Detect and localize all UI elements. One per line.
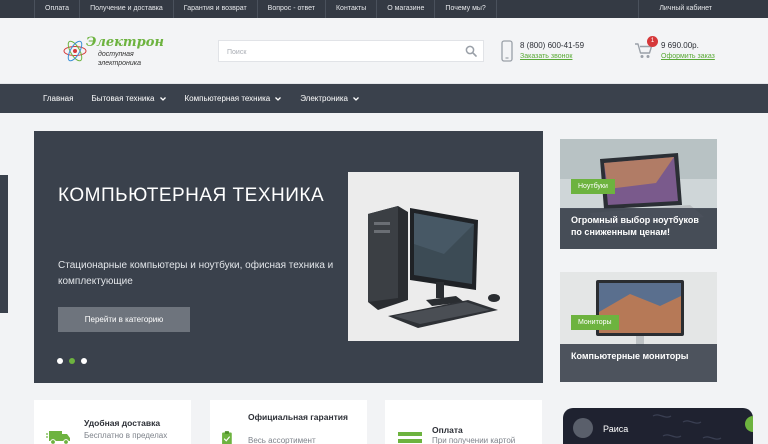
chevron-down-icon xyxy=(159,96,166,101)
feature-subtitle: При получении картой xyxy=(432,436,516,444)
slider-dot-1[interactable] xyxy=(57,358,63,364)
phone-number[interactable]: 8 (800) 600-41-59 xyxy=(520,41,584,50)
nav-item-label: Бытовая техника xyxy=(91,94,155,103)
callback-link[interactable]: Заказать звонок xyxy=(520,53,572,60)
main-navigation: Главная Бытовая техника Компьютерная тех… xyxy=(0,84,768,113)
payment-card-icon xyxy=(398,432,422,443)
chevron-down-icon xyxy=(275,96,282,101)
truck-icon xyxy=(46,431,70,444)
side-edge-tab[interactable] xyxy=(0,175,8,313)
topbar-link-payment[interactable]: Оплата xyxy=(34,0,81,18)
feature-subtitle: Весь ассортимент xyxy=(248,436,316,444)
feature-warranty: Официальная гарантия Весь ассортимент xyxy=(210,400,367,444)
site-logo[interactable]: Электрон доступная электроника xyxy=(62,30,182,74)
topbar-link-why-us[interactable]: Почему мы? xyxy=(435,0,497,18)
avatar xyxy=(573,418,593,438)
topbar-link-faq[interactable]: Вопрос - ответ xyxy=(258,0,326,18)
promo-card-laptops[interactable]: Ноутбуки Огромный выбор ноутбуков по сни… xyxy=(560,139,717,249)
slide-description: Стационарные компьютеры и ноутбуки, офис… xyxy=(58,260,334,287)
search-icon[interactable] xyxy=(465,45,477,57)
feature-delivery: Удобная доставка Бесплатно в пределах xyxy=(34,400,191,444)
topbar-link-delivery[interactable]: Получение и доставка xyxy=(80,0,174,18)
logo-tagline-2: электроника xyxy=(98,60,141,67)
phone-block: 8 (800) 600-41-59 Заказать звонок xyxy=(501,40,621,66)
hero-slider: КОМПЬЮТЕРНАЯ ТЕХНИКА Стационарные компью… xyxy=(34,131,543,383)
atom-logo-icon xyxy=(63,40,87,62)
nav-item-electronics[interactable]: Электроника xyxy=(291,84,369,113)
promo-card-monitors[interactable]: Мониторы Компьютерные мониторы xyxy=(560,272,717,382)
cart-block[interactable]: 1 9 690.00р. Оформить заказ xyxy=(634,36,744,68)
feature-title: Официальная гарантия xyxy=(248,412,348,422)
search-box xyxy=(218,40,484,63)
phone-icon xyxy=(501,40,513,62)
nav-item-label: Главная xyxy=(43,94,74,103)
logo-tagline-1: доступная xyxy=(98,51,134,58)
topbar-link-about[interactable]: О магазине xyxy=(377,0,436,18)
chevron-down-icon xyxy=(352,96,359,101)
slider-dot-2[interactable] xyxy=(69,358,75,364)
site-header: Электрон доступная электроника 8 (800) 6… xyxy=(0,18,768,84)
promo-title: Огромный выбор ноутбуков по сниженным це… xyxy=(560,208,717,249)
go-to-category-button[interactable]: Перейти в категорию xyxy=(58,307,190,332)
nav-item-home[interactable]: Главная xyxy=(34,84,82,113)
feature-title: Оплата xyxy=(432,425,463,435)
feature-title: Удобная доставка xyxy=(84,418,161,428)
nav-item-appliances[interactable]: Бытовая техника xyxy=(82,84,175,113)
chat-agent-name: Раиса xyxy=(603,424,629,434)
desktop-computer-image xyxy=(348,172,519,341)
info-links: Оплата Получение и доставка Гарантия и в… xyxy=(34,0,497,18)
logo-name: Электрон xyxy=(86,35,164,50)
slider-dots xyxy=(57,358,93,364)
feature-payment: Оплата При получении картой xyxy=(385,400,542,444)
nav-item-computers[interactable]: Компьютерная техника xyxy=(176,84,292,113)
clipboard-check-icon xyxy=(222,431,232,444)
top-utility-bar: Оплата Получение и доставка Гарантия и в… xyxy=(0,0,768,18)
feature-subtitle: Бесплатно в пределах xyxy=(84,431,168,440)
nav-item-label: Электроника xyxy=(300,94,348,103)
cart-count-badge: 1 xyxy=(647,36,658,47)
promo-tag: Ноутбуки xyxy=(571,179,615,194)
slide-image[interactable] xyxy=(348,172,519,341)
nav-item-label: Компьютерная техника xyxy=(184,94,271,103)
topbar-link-warranty[interactable]: Гарантия и возврат xyxy=(174,0,258,18)
chat-widget[interactable]: Раиса xyxy=(563,408,753,444)
slider-dot-3[interactable] xyxy=(81,358,87,364)
promo-tag: Мониторы xyxy=(571,315,619,330)
slide-title: КОМПЬЮТЕРНАЯ ТЕХНИКА xyxy=(58,185,325,206)
search-input[interactable] xyxy=(219,42,455,63)
checkout-link[interactable]: Оформить заказ xyxy=(661,53,715,60)
topbar-link-contacts[interactable]: Контакты xyxy=(326,0,378,18)
promo-title: Компьютерные мониторы xyxy=(560,344,717,382)
cart-sum: 9 690.00р. xyxy=(661,41,699,50)
account-link[interactable]: Личный кабинет xyxy=(638,0,732,18)
